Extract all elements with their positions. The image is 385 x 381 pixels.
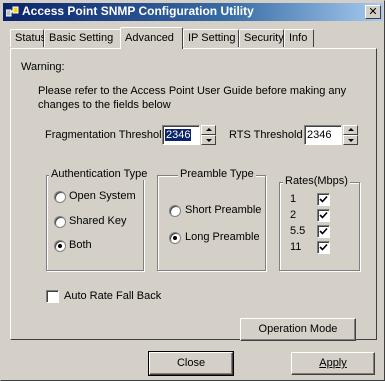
rate-2-checkbox[interactable] (317, 209, 330, 222)
warning-text-line2: changes to the fields below (38, 99, 171, 111)
spin-up-icon[interactable] (201, 125, 216, 135)
radio-short-preamble-label[interactable]: Short Preamble (185, 204, 261, 216)
radio-both-label[interactable]: Both (69, 239, 92, 251)
fragmentation-threshold-spinner[interactable] (201, 125, 216, 145)
advanced-panel: Warning: Please refer to the Access Poin… (10, 48, 377, 341)
rate-11-checkbox[interactable] (317, 241, 330, 254)
tab-basic-setting[interactable]: Basic Setting (44, 29, 122, 47)
tab-status[interactable]: Status (10, 29, 46, 47)
rts-threshold-label: RTS Threshold (229, 129, 303, 141)
tab-ip-setting[interactable]: IP Setting (183, 29, 239, 47)
operation-mode-button[interactable]: Operation Mode (240, 318, 356, 341)
warning-text-line1: Please refer to the Access Point User Gu… (38, 85, 347, 97)
authentication-type-title: Authentication Type (49, 168, 150, 180)
spin-up-icon[interactable] (343, 125, 358, 135)
apply-button-label: Apply (319, 357, 347, 369)
fragmentation-threshold-label: Fragmentation Threshold (45, 129, 168, 141)
title-bar[interactable]: Access Point SNMP Configuration Utility … (3, 3, 383, 21)
checkmark-icon (319, 211, 328, 219)
app-window: Access Point SNMP Configuration Utility … (0, 0, 385, 381)
spin-down-icon[interactable] (343, 135, 358, 145)
spin-down-icon[interactable] (201, 135, 216, 145)
checkmark-icon (319, 243, 328, 251)
apply-button[interactable]: Apply (291, 352, 375, 375)
authentication-type-group: Authentication Type Open System Shared K… (46, 168, 150, 271)
radio-open-system[interactable] (54, 191, 66, 203)
window-close-button[interactable]: ✕ (365, 5, 381, 19)
rate-11-label: 11 (290, 241, 302, 253)
auto-rate-fall-back-checkbox[interactable] (46, 290, 59, 303)
checkmark-icon (319, 195, 328, 203)
rts-threshold-spinner[interactable] (343, 125, 358, 145)
tab-info[interactable]: Info (284, 29, 314, 47)
rates-group: Rates(Mbps) 1 2 5.5 11 (279, 175, 360, 271)
rates-title: Rates(Mbps) (283, 175, 350, 187)
rts-threshold-input[interactable]: 2346 (304, 125, 342, 145)
radio-both[interactable] (54, 240, 66, 252)
fragmentation-threshold-input[interactable]: 2346 (162, 125, 200, 145)
rate-5-5-label: 5.5 (290, 225, 306, 237)
rate-2-label: 2 (290, 209, 297, 221)
radio-long-preamble[interactable] (169, 232, 181, 244)
preamble-type-title: Preamble Type (178, 168, 256, 180)
tab-advanced[interactable]: Advanced (120, 27, 183, 49)
rate-5-5-checkbox[interactable] (317, 225, 330, 238)
close-icon: ✕ (368, 6, 378, 18)
network-app-icon (6, 6, 19, 17)
warning-label: Warning: (21, 61, 65, 73)
radio-long-preamble-label[interactable]: Long Preamble (185, 231, 260, 243)
window-title: Access Point SNMP Configuration Utility (22, 4, 254, 18)
checkmark-icon (319, 227, 328, 235)
rate-1-label: 1 (290, 193, 297, 205)
radio-short-preamble[interactable] (169, 205, 181, 217)
radio-shared-key[interactable] (54, 216, 66, 228)
tab-security[interactable]: Security (239, 29, 284, 47)
radio-shared-key-label[interactable]: Shared Key (69, 215, 126, 227)
auto-rate-fall-back-label[interactable]: Auto Rate Fall Back (64, 290, 161, 302)
close-button[interactable]: Close (148, 351, 234, 376)
rate-1-checkbox[interactable] (317, 193, 330, 206)
radio-open-system-label[interactable]: Open System (69, 190, 136, 202)
preamble-type-group: Preamble Type Short Preamble Long Preamb… (157, 168, 266, 271)
